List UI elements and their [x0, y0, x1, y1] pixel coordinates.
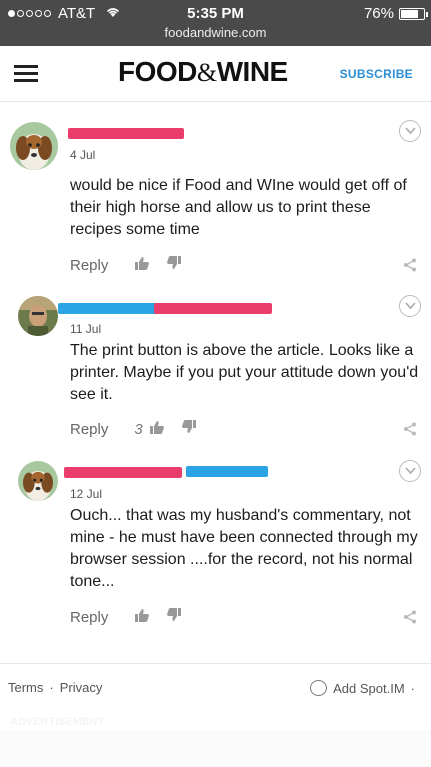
thumbs-down-icon[interactable] — [181, 419, 197, 439]
battery-icon — [399, 7, 428, 20]
separator: · — [49, 680, 54, 695]
comments-footer: Terms · Privacy Add Spot.IM · ADVERTISEM… — [0, 663, 431, 767]
comment-options-button[interactable] — [399, 460, 421, 482]
redacted-username — [186, 466, 268, 477]
chevron-down-icon — [405, 302, 416, 310]
comment-text: would be nice if Food and WIne would get… — [70, 177, 407, 238]
comment-text: Ouch... that was my husband's commentary… — [70, 507, 418, 590]
share-icon[interactable] — [403, 258, 417, 277]
privacy-link[interactable]: Privacy — [60, 680, 103, 695]
comment: 11 Jul The print button is above the art… — [0, 290, 431, 450]
status-bar: AT&T 5:35 PM 76% foodandwine.com — [0, 0, 431, 46]
site-logo[interactable]: FOOD&WINE — [118, 56, 288, 88]
chevron-down-icon — [405, 467, 416, 475]
subscribe-link[interactable]: SUBSCRIBE — [340, 67, 413, 81]
like-count: 3 — [134, 420, 143, 438]
comment-date: 11 Jul — [70, 322, 102, 336]
redacted-username — [64, 467, 182, 478]
thumbs-down-icon[interactable] — [166, 607, 182, 627]
redacted-username — [68, 128, 184, 139]
chevron-down-icon — [405, 127, 416, 135]
ad-slot[interactable] — [0, 730, 431, 767]
comment: 4 Jul would be nice if Food and WIne wou… — [0, 115, 431, 285]
battery-percent: 76% — [363, 5, 394, 22]
comment-date: 4 Jul — [70, 148, 96, 162]
share-icon[interactable] — [403, 422, 417, 441]
thumbs-up-icon[interactable] — [134, 607, 150, 627]
speech-bubble-icon — [310, 680, 328, 696]
comment-options-button[interactable] — [399, 295, 421, 317]
reply-button[interactable]: Reply — [70, 609, 108, 626]
thumbs-up-icon[interactable] — [134, 255, 150, 275]
comment: 12 Jul Ouch... that was my husband's com… — [0, 455, 431, 645]
thumbs-down-icon[interactable] — [166, 255, 182, 275]
redacted-username — [154, 303, 272, 314]
avatar[interactable] — [10, 122, 58, 170]
hamburger-menu-icon[interactable] — [14, 65, 38, 83]
reply-button[interactable]: Reply — [70, 257, 108, 274]
reply-button[interactable]: Reply — [70, 421, 108, 438]
thumbs-up-icon[interactable] — [149, 419, 165, 439]
comment-text: The print button is above the article. L… — [70, 342, 419, 403]
comment-options-button[interactable] — [399, 120, 421, 142]
url-bar[interactable]: foodandwine.com — [0, 25, 431, 40]
ad-label: ADVERTISEMENT — [10, 716, 105, 728]
add-spotim-link[interactable]: Add Spot.IM · — [310, 680, 415, 696]
avatar[interactable] — [18, 296, 58, 336]
add-spotim-label: Add Spot.IM — [333, 680, 405, 696]
avatar[interactable] — [18, 461, 58, 501]
comment-date: 12 Jul — [70, 487, 103, 501]
share-icon[interactable] — [403, 610, 417, 629]
terms-link[interactable]: Terms — [8, 680, 43, 695]
site-header: FOOD&WINE SUBSCRIBE — [0, 46, 431, 102]
separator: · — [410, 680, 415, 696]
redacted-username — [58, 303, 156, 314]
